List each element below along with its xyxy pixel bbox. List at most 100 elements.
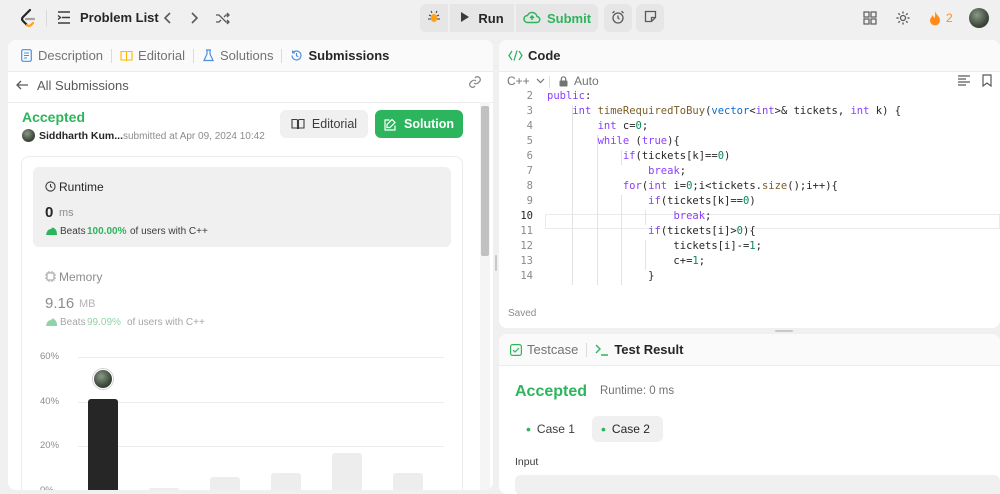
code-brackets-icon — [508, 49, 523, 62]
run-submit-group: Run Submit — [420, 4, 664, 32]
avatar[interactable] — [969, 8, 989, 28]
submit-button[interactable]: Submit — [516, 4, 598, 32]
line-number: 12 — [520, 240, 533, 252]
auto-mode[interactable]: Auto — [559, 73, 599, 89]
chart-bar[interactable] — [393, 472, 423, 490]
grid-line — [78, 446, 444, 447]
tab-solutions[interactable]: Solutions — [202, 48, 273, 63]
tab-separator — [586, 342, 588, 357]
tab-editorial[interactable]: Editorial — [120, 48, 185, 63]
code-line[interactable]: 12 tickets[i]-=1; — [499, 240, 999, 255]
share-link-icon[interactable] — [468, 75, 482, 89]
code-line[interactable]: 8 for(int i=0;i<tickets.size();i++){ — [499, 180, 999, 195]
code-line[interactable]: 4 int c=0; — [499, 120, 999, 135]
line-number: 14 — [520, 270, 533, 282]
language-select[interactable]: C++ — [507, 73, 545, 89]
edit-icon — [384, 118, 397, 131]
tab-code[interactable]: Code — [508, 48, 561, 63]
line-code: public: — [547, 90, 592, 102]
leetcode-logo-icon[interactable] — [17, 7, 39, 29]
runtime-distribution-chart: 60% 40% 20% 0% — [22, 342, 462, 490]
code-line[interactable]: 10 break; — [499, 210, 999, 225]
scrollbar-thumb[interactable] — [481, 106, 489, 256]
problem-list-icon[interactable] — [57, 11, 71, 24]
submission-status: Accepted — [22, 109, 86, 125]
code-line[interactable]: 6 if(tickets[k]==0) — [499, 150, 999, 165]
case-1-label: Case 1 — [536, 422, 575, 436]
code-line[interactable]: 2 public: — [499, 90, 999, 105]
code-editor[interactable]: 2 public: 3 int timeRequiredToBuy(vector<i… — [499, 90, 1000, 293]
tab-test-result-label: Test Result — [614, 342, 684, 357]
format-lines-icon[interactable] — [958, 75, 970, 86]
chart-bar[interactable] — [149, 488, 179, 490]
prev-problem-icon[interactable] — [158, 9, 176, 27]
layout-grid-icon[interactable] — [861, 9, 879, 27]
editorial-button[interactable]: Editorial — [280, 110, 368, 138]
back-arrow-icon — [16, 80, 28, 90]
input-value-box[interactable] — [515, 475, 1000, 494]
tab-submissions-label: Submissions — [308, 48, 390, 63]
chart-bar[interactable] — [210, 477, 240, 490]
solution-button[interactable]: Solution — [375, 110, 463, 138]
description-doc-icon — [20, 49, 33, 62]
code-line[interactable]: 7 break; — [499, 165, 999, 180]
line-code: break; — [648, 165, 687, 177]
code-tabbar: Code — [499, 40, 1000, 72]
code-line[interactable]: 5 while (true){ — [499, 135, 999, 150]
line-code: int timeRequiredToBuy(vector<int>& ticke… — [572, 105, 902, 117]
line-number: 10 — [520, 210, 533, 222]
runtime-box[interactable]: Runtime 0 ms Beats 100.00% of users with… — [33, 167, 451, 247]
next-problem-icon[interactable] — [186, 9, 204, 27]
panel-resize-handle[interactable] — [494, 40, 498, 486]
line-number: 11 — [520, 225, 533, 237]
pass-dot-icon: • — [601, 421, 606, 437]
line-code: } — [547, 270, 655, 282]
code-line[interactable]: 13 c+=1; — [499, 255, 999, 270]
user-name[interactable]: Siddharth Kum... — [39, 130, 123, 142]
editorial-book-icon — [120, 49, 133, 62]
code-line[interactable]: 11 if(tickets[i]>0){ — [499, 225, 999, 240]
streak-fire-icon[interactable] — [928, 9, 942, 27]
bookmark-icon[interactable] — [982, 74, 992, 87]
auto-mode-label: Auto — [574, 74, 599, 88]
case-2-label: Case 2 — [611, 422, 650, 436]
solution-button-label: Solution — [404, 117, 454, 131]
case-1-tab[interactable]: • Case 1 — [517, 416, 584, 442]
streak-count[interactable]: 2 — [946, 11, 953, 25]
user-avatar[interactable] — [22, 129, 35, 142]
tab-testcase[interactable]: Testcase — [509, 342, 578, 357]
code-line[interactable]: 9 if(tickets[k]==0) — [499, 195, 999, 210]
memory-beats-text: Beats — [60, 317, 86, 328]
checkbox-icon — [509, 343, 522, 356]
y-tick-label: 20% — [40, 440, 60, 451]
tab-description[interactable]: Description — [20, 48, 103, 63]
chart-bar[interactable] — [332, 452, 362, 490]
case-2-tab[interactable]: • Case 2 — [592, 416, 663, 442]
beats-icon — [45, 226, 58, 236]
settings-gear-icon[interactable] — [894, 9, 912, 27]
line-number: 4 — [526, 120, 533, 132]
timer-button[interactable] — [604, 4, 632, 32]
all-submissions-label: All Submissions — [37, 77, 129, 93]
grid-line — [78, 357, 444, 358]
code-title: Code — [528, 48, 561, 63]
line-number: 3 — [526, 105, 533, 117]
code-line[interactable]: 14 } — [499, 270, 999, 285]
notes-button[interactable] — [636, 4, 664, 32]
shuffle-icon[interactable] — [214, 9, 232, 27]
runtime-beats-text: Beats — [60, 226, 86, 237]
tab-submissions[interactable]: Submissions — [290, 48, 389, 63]
book-icon — [291, 118, 305, 130]
problem-list-link[interactable]: Problem List — [80, 10, 159, 25]
y-tick-label: 40% — [40, 395, 60, 407]
chart-bar[interactable] — [271, 472, 301, 490]
run-button[interactable]: Run — [450, 4, 514, 32]
chart-bar[interactable] — [88, 399, 118, 490]
line-number: 7 — [526, 165, 533, 177]
tab-test-result[interactable]: Test Result — [595, 342, 683, 357]
memory-box[interactable]: Memory 9.16 MB Beats 99.09% of users wit… — [33, 257, 451, 337]
code-line[interactable]: 3 int timeRequiredToBuy(vector<int>& tic… — [499, 105, 999, 120]
debug-button[interactable] — [420, 4, 448, 32]
all-submissions-link[interactable]: All Submissions — [16, 75, 129, 95]
left-scrollbar[interactable] — [480, 102, 490, 490]
